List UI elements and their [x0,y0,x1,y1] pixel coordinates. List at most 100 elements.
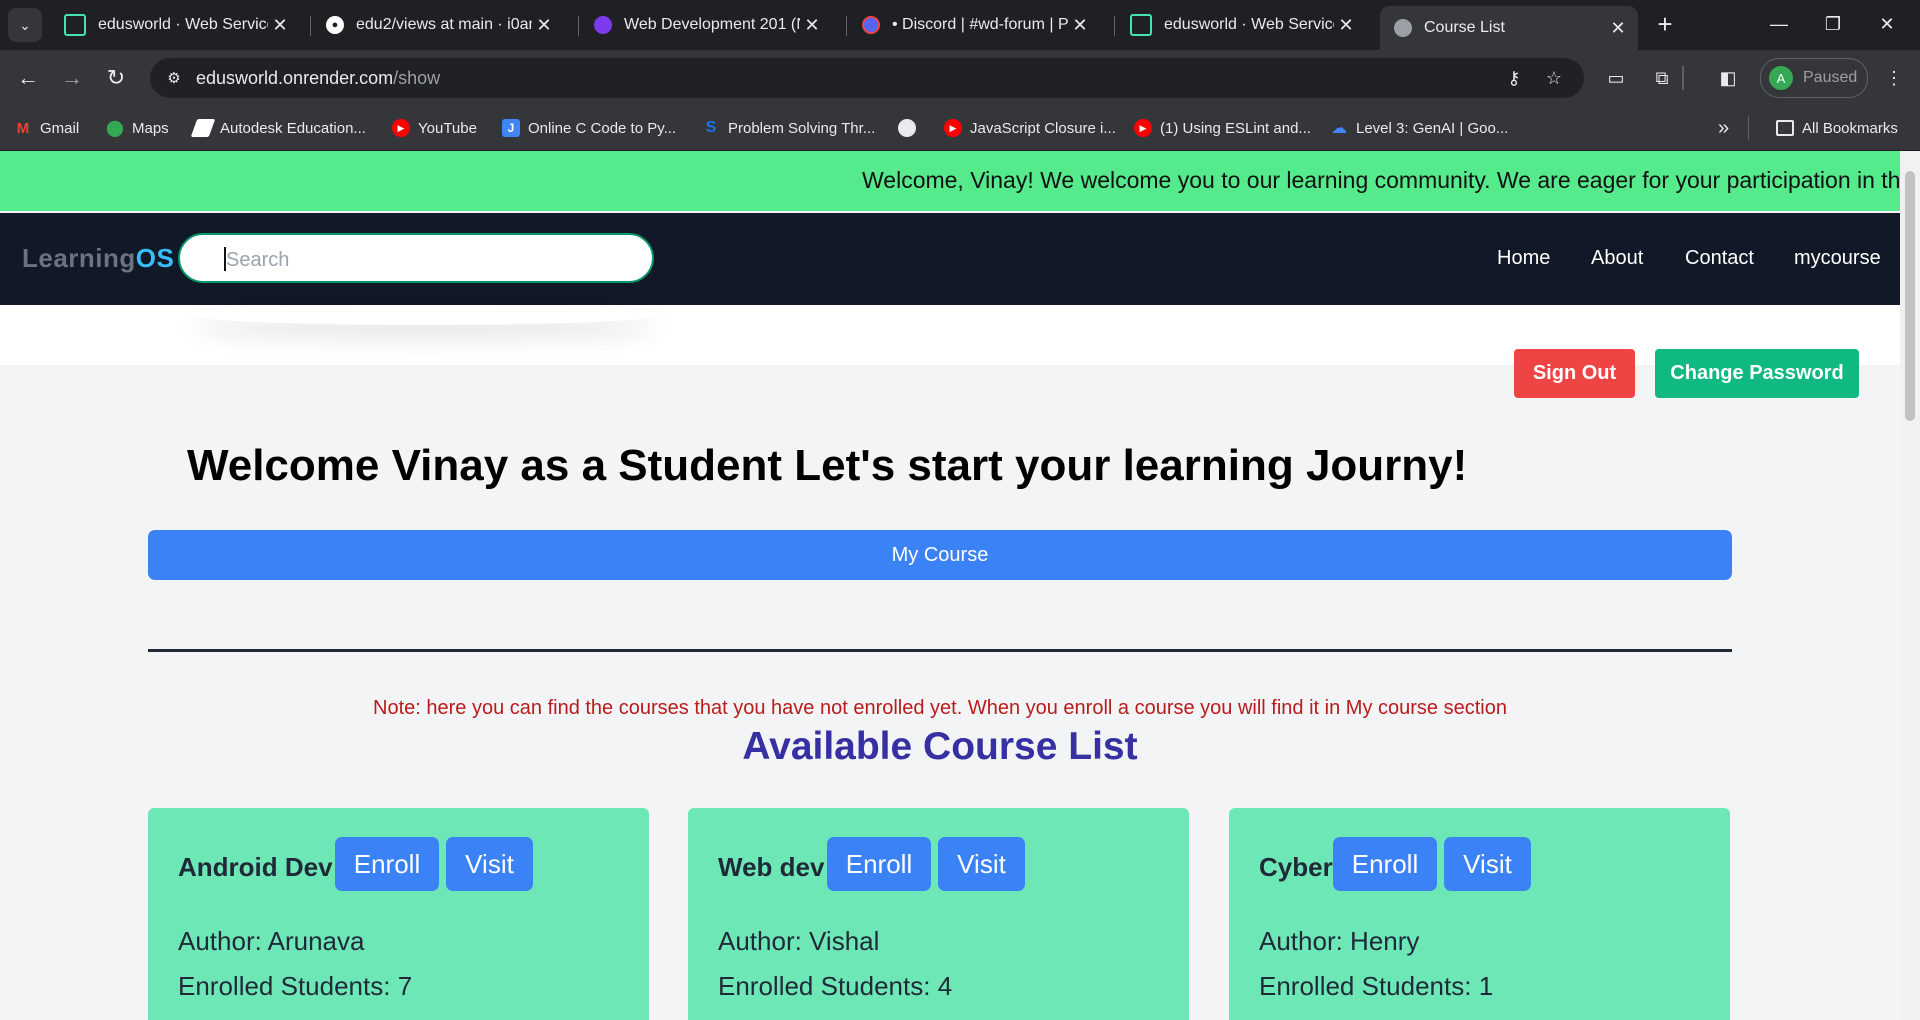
visit-button[interactable]: Visit [446,837,533,891]
enroll-button[interactable]: Enroll [335,837,439,891]
site-logo[interactable]: LearningOS [22,243,174,274]
tab-pupilfirst[interactable]: Web Development 201 (No ✕ [580,8,832,42]
nav-about[interactable]: About [1591,247,1643,270]
extensions-icon[interactable]: ⧉ [1648,64,1676,92]
course-name: Cyber [1259,852,1333,882]
tab-strip: ⌄ edusworld · Web Service · ✕ ● edu2/vie… [0,0,1920,50]
profile-status: Paused [1803,69,1858,86]
close-icon[interactable]: ✕ [1606,18,1630,39]
tab-github[interactable]: ● edu2/views at main · i0am0 ✕ [312,8,564,42]
youtube-icon: ▶ [1134,119,1152,137]
more-menu-icon[interactable]: ⋮ [1880,64,1908,92]
cast-icon[interactable]: ▭ [1602,64,1630,92]
tab-separator [310,16,311,36]
render-icon [64,14,86,36]
change-password-button[interactable]: Change Password [1655,349,1859,398]
marquee-text: Welcome, Vinay! We welcome you to our le… [862,167,1900,193]
enroll-button[interactable]: Enroll [827,837,931,891]
welcome-marquee: Welcome, Vinay! We welcome you to our le… [0,151,1900,211]
nav-mycourse[interactable]: mycourse [1794,247,1881,270]
course-card-web-dev: Web dev Enroll Visit Author: Vishal Enro… [688,808,1189,1020]
star-icon[interactable]: ☆ [1542,66,1566,90]
url-text[interactable]: edusworld.onrender.com/show [196,68,440,89]
codeconvert-icon: J [502,119,520,137]
back-arrow-icon[interactable]: ← [12,62,44,94]
bookmark-codeconvert[interactable]: J Online C Code to Py... [502,116,676,140]
globe-icon [1394,19,1412,37]
bookmarks-divider [1748,116,1749,140]
maps-icon: ⬤ [106,120,124,137]
all-bookmarks-button[interactable]: All Bookmarks [1776,116,1898,140]
visit-button[interactable]: Visit [938,837,1025,891]
side-panel-icon[interactable]: ◧ [1714,64,1742,92]
course-card-cyber: Cyber Enroll Visit Author: Henry Enrolle… [1229,808,1730,1020]
autodesk-icon [190,119,216,137]
forward-arrow-icon[interactable]: → [56,62,88,94]
scrollbar-thumb[interactable] [1905,171,1915,421]
close-icon[interactable]: ✕ [268,15,292,36]
globe-icon [898,119,916,137]
key-icon[interactable]: ⚷ [1502,66,1526,90]
course-author: Author: Vishal [718,926,880,956]
close-icon[interactable]: ✕ [1334,15,1358,36]
restore-button[interactable]: ❐ [1808,6,1858,42]
skillrack-icon: S [705,119,717,136]
site-navbar: LearningOS Home About Contact mycourse [0,213,1900,305]
bookmark-maps[interactable]: ⬤ Maps [106,116,169,140]
youtube-icon: ▶ [944,119,962,137]
pupilfirst-icon [594,16,612,34]
course-enrolled-count: Enrolled Students: 1 [1259,971,1494,1001]
bookmarks-overflow-button[interactable]: » [1718,116,1729,140]
profile-button[interactable]: A Paused [1760,58,1868,98]
course-card-android-dev: Android Dev Enroll Visit Author: Arunava… [148,808,649,1020]
sign-out-button[interactable]: Sign Out [1514,349,1635,398]
nav-home[interactable]: Home [1497,247,1550,270]
my-course-button[interactable]: My Course [148,530,1732,580]
reload-icon[interactable]: ↻ [100,62,132,94]
courses-note: Note: here you can find the courses that… [373,697,1507,719]
window-close-button[interactable]: ✕ [1862,6,1912,42]
course-enrolled-count: Enrolled Students: 4 [718,971,953,1001]
visit-button[interactable]: Visit [1444,837,1531,891]
tab-edusworld-2[interactable]: edusworld · Web Service · ✕ [1116,8,1366,42]
avatar: A [1769,66,1793,90]
close-icon[interactable]: ✕ [532,15,556,36]
bookmark-globe[interactable] [898,116,924,140]
bookmark-genai[interactable]: ☁ Level 3: GenAI | Goo... [1330,116,1508,140]
new-tab-button[interactable]: + [1640,6,1690,42]
search-input[interactable] [224,245,628,275]
enroll-button[interactable]: Enroll [1333,837,1437,891]
gcloud-icon: ☁ [1331,120,1347,137]
bookmark-eslint[interactable]: ▶ (1) Using ESLint and... [1134,116,1311,140]
close-icon[interactable]: ✕ [1068,15,1092,36]
tab-course-list[interactable]: Course List ✕ [1380,6,1638,50]
course-author: Author: Arunava [178,926,365,956]
nav-contact[interactable]: Contact [1685,247,1754,270]
page-scrollbar[interactable] [1900,151,1920,1020]
bookmarks-bar: M Gmail ⬤ Maps Autodesk Education... ▶ YouT… [0,106,1920,151]
address-bar[interactable]: ⚙ edusworld.onrender.com/show ⚷ ☆ [150,58,1584,98]
bookmark-youtube[interactable]: ▶ YouTube [392,116,477,140]
github-icon: ● [326,16,344,34]
chevron-down-icon: ⌄ [19,16,31,33]
course-name: Web dev [718,852,825,882]
site-info-icon[interactable]: ⚙ [162,66,186,90]
bookmark-gmail[interactable]: M Gmail [14,116,79,140]
tab-search-button[interactable]: ⌄ [8,8,42,42]
search-box[interactable] [178,233,654,283]
welcome-heading: Welcome Vinay as a Student Let's start y… [187,441,1468,490]
tab-separator [578,16,579,36]
tab-separator [846,16,847,36]
bookmark-skillrack[interactable]: S Problem Solving Thr... [702,116,876,140]
course-enrolled-count: Enrolled Students: 7 [178,971,413,1001]
tab-discord[interactable]: • Discord | #wd-forum | Pu ✕ [848,8,1100,42]
bookmark-autodesk[interactable]: Autodesk Education... [190,116,366,140]
youtube-icon: ▶ [392,119,410,137]
folder-icon [1776,120,1794,136]
tab-edusworld-1[interactable]: edusworld · Web Service · ✕ [50,8,300,42]
page-viewport: Welcome, Vinay! We welcome you to our le… [0,151,1900,1020]
discord-icon [862,16,880,34]
close-icon[interactable]: ✕ [800,15,824,36]
bookmark-js-closure[interactable]: ▶ JavaScript Closure i... [944,116,1116,140]
minimize-button[interactable]: — [1754,6,1804,42]
